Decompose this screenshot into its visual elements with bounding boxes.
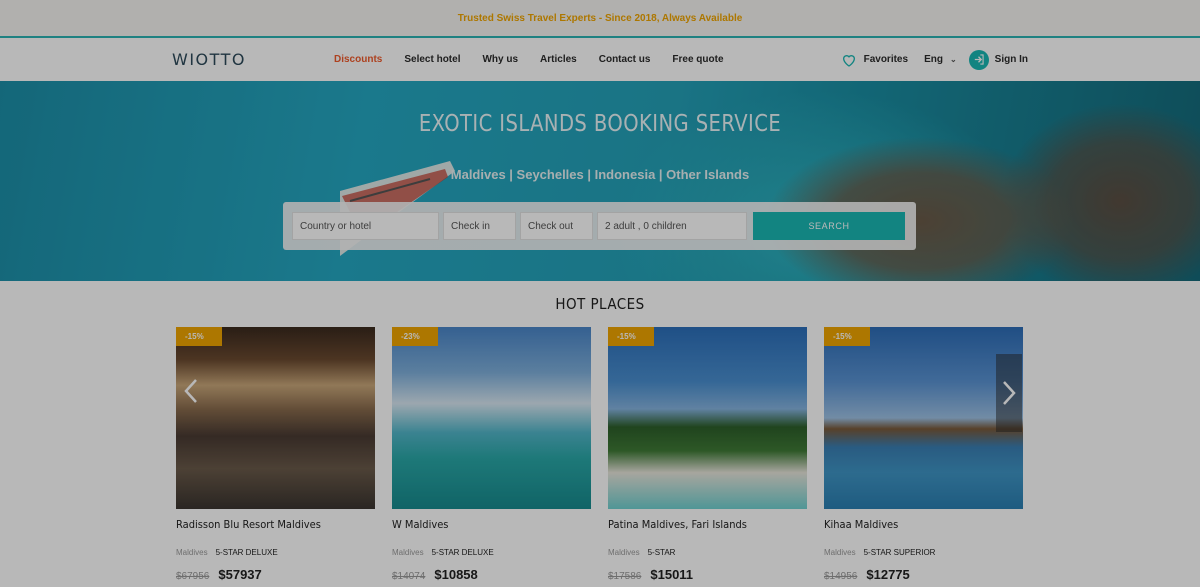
- chevron-left-icon: [184, 379, 197, 403]
- old-price: $14074: [392, 571, 426, 582]
- hotel-prices: $67956 $57937: [176, 567, 375, 582]
- old-price: $14956: [824, 571, 858, 582]
- check-in-input[interactable]: Check in: [443, 212, 516, 240]
- discount-badge: -15%: [608, 327, 654, 346]
- sign-in-button[interactable]: Sign In: [968, 49, 1028, 70]
- nav-contact-us[interactable]: Contact us: [599, 54, 651, 65]
- hotel-location: Maldives: [392, 548, 424, 557]
- current-price: $15011: [650, 567, 694, 582]
- chevron-right-icon: [1003, 381, 1016, 405]
- country-hotel-input[interactable]: Country or hotel: [292, 212, 439, 240]
- language-select[interactable]: Eng ⌄: [924, 54, 957, 65]
- nav-discounts[interactable]: Discounts: [334, 54, 382, 65]
- hotel-rating: 5-STAR SUPERIOR: [863, 548, 936, 557]
- current-price: $10858: [434, 567, 478, 582]
- discount-badge: -15%: [176, 327, 222, 346]
- hotel-name[interactable]: Patina Maldives, Fari Islands: [608, 518, 787, 531]
- hotel-card[interactable]: -15% Kihaa Maldives Maldives 5-STAR SUPE…: [824, 327, 1023, 582]
- discount-badge: -23%: [392, 327, 438, 346]
- hotel-image[interactable]: -15%: [176, 327, 375, 509]
- hero-subtitle: Maldives | Seychelles | Indonesia | Othe…: [450, 167, 750, 182]
- nav-articles[interactable]: Articles: [540, 54, 577, 65]
- check-out-input[interactable]: Check out: [520, 212, 593, 240]
- hotel-meta: Maldives 5-STAR DELUXE: [176, 548, 375, 557]
- hotel-rating: 5-STAR DELUXE: [215, 548, 278, 557]
- hotel-location: Maldives: [608, 548, 640, 557]
- carousel-prev-button[interactable]: [178, 352, 204, 430]
- hotel-meta: Maldives 5-STAR: [608, 548, 807, 557]
- old-price: $67956: [176, 571, 210, 582]
- hot-places-title: HOT PLACES: [555, 295, 645, 313]
- chevron-down-icon: ⌄: [949, 55, 957, 64]
- hotel-rating: 5-STAR: [647, 548, 676, 557]
- favorites-label: Favorites: [863, 54, 909, 65]
- hotel-location: Maldives: [824, 548, 856, 557]
- nav-select-hotel[interactable]: Select hotel: [404, 54, 460, 65]
- logo[interactable]: WIOTTO: [172, 50, 312, 69]
- hotel-rating: 5-STAR DELUXE: [431, 548, 494, 557]
- hotel-card[interactable]: -23% W Maldives Maldives 5-STAR DELUXE $…: [392, 327, 591, 582]
- search-form: Country or hotel Check in Check out 2 ad…: [283, 202, 916, 250]
- top-banner: Trusted Swiss Travel Experts - Since 201…: [0, 0, 1200, 38]
- sign-in-icon: [968, 49, 989, 70]
- search-button[interactable]: SEARCH: [753, 212, 905, 240]
- guests-select[interactable]: 2 adult , 0 children: [597, 212, 747, 240]
- hotel-card[interactable]: -15% Patina Maldives, Fari Islands Maldi…: [608, 327, 807, 582]
- hotel-name[interactable]: Radisson Blu Resort Maldives: [176, 518, 355, 531]
- current-price: $12775: [866, 567, 910, 582]
- hotel-image[interactable]: -15%: [824, 327, 1023, 509]
- hotel-prices: $14074 $10858: [392, 567, 591, 582]
- hotel-image[interactable]: -23%: [392, 327, 591, 509]
- hotel-name[interactable]: Kihaa Maldives: [824, 518, 1003, 531]
- nav-why-us[interactable]: Why us: [482, 54, 518, 65]
- current-price: $57937: [218, 567, 262, 582]
- hotel-meta: Maldives 5-STAR SUPERIOR: [824, 548, 1023, 557]
- site-header: WIOTTO Discounts Select hotel Why us Art…: [0, 38, 1200, 81]
- hotel-card[interactable]: -15% Radisson Blu Resort Maldives Maldiv…: [176, 327, 375, 582]
- hotel-name[interactable]: W Maldives: [392, 518, 571, 531]
- language-label: Eng: [924, 54, 943, 65]
- heart-icon: [842, 54, 855, 67]
- hotel-location: Maldives: [176, 548, 208, 557]
- hotel-prices: $17586 $15011: [608, 567, 807, 582]
- header-actions: Favorites Eng ⌄ Sign In: [841, 49, 1028, 70]
- sign-in-label: Sign In: [994, 54, 1028, 65]
- discount-badge: -15%: [824, 327, 870, 346]
- hotel-image[interactable]: -15%: [608, 327, 807, 509]
- hotel-prices: $14956 $12775: [824, 567, 1023, 582]
- hot-places-carousel: -15% Radisson Blu Resort Maldives Maldiv…: [176, 327, 1023, 582]
- nav-free-quote[interactable]: Free quote: [672, 54, 723, 65]
- banner-text: Trusted Swiss Travel Experts - Since 201…: [457, 12, 743, 24]
- hero-title: EXOTIC ISLANDS BOOKING SERVICE: [418, 111, 782, 137]
- favorites-link[interactable]: Favorites: [841, 52, 908, 68]
- hotel-meta: Maldives 5-STAR DELUXE: [392, 548, 591, 557]
- old-price: $17586: [608, 571, 642, 582]
- main-nav: Discounts Select hotel Why us Articles C…: [334, 54, 746, 65]
- hero-banner: EXOTIC ISLANDS BOOKING SERVICE Maldives …: [0, 81, 1200, 281]
- carousel-next-button[interactable]: [996, 354, 1022, 432]
